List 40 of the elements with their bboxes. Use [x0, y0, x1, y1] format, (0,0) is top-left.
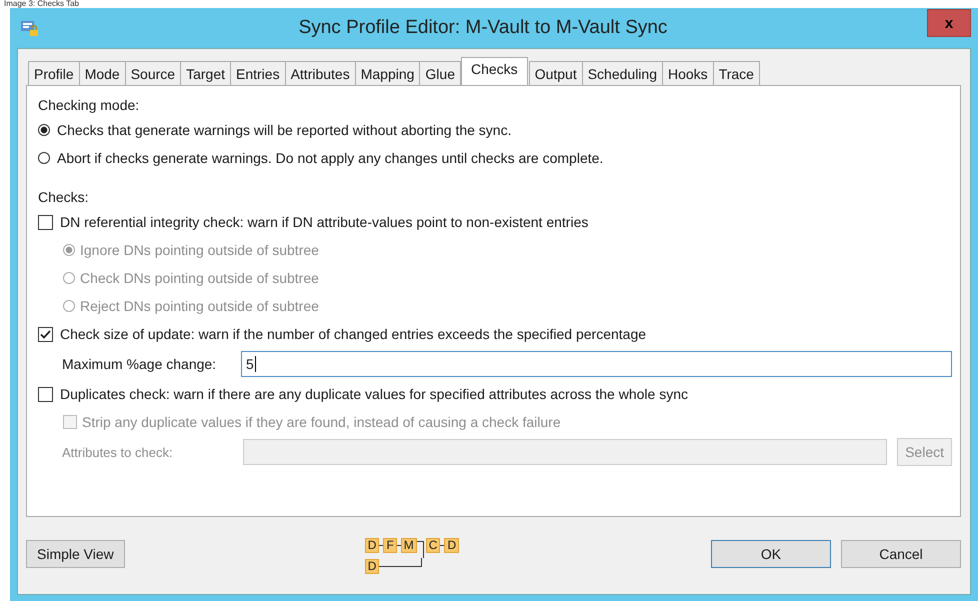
flow-block: M [400, 538, 417, 553]
flow-block: D [364, 538, 380, 553]
section-label: Checking mode: [38, 96, 140, 115]
flow-block: D [444, 538, 460, 553]
tab[interactable]: Output [528, 61, 583, 85]
radio-button[interactable] [38, 152, 50, 164]
image-caption: Image 3: Checks Tab [3, 0, 80, 8]
window-title: Sync Profile Editor: M-Vault to M-Vault Sync [298, 17, 668, 39]
radio-label: Ignore DNs pointing outside of subtree [80, 242, 319, 258]
cancel-button[interactable]: Cancel [841, 540, 961, 568]
input-field[interactable]: 5 [241, 351, 952, 377]
tab[interactable]: Checks [461, 57, 528, 85]
radio-label: Checks that generate warnings will be reported without aborting the sync. [57, 122, 512, 138]
tab[interactable]: Mapping [354, 61, 420, 85]
app-icon [21, 20, 39, 36]
radio-label: Abort if checks generate warnings. Do not apply any changes until checks are complete. [57, 150, 604, 166]
simple-view-button[interactable]: Simple View [26, 540, 125, 568]
tab[interactable]: Scheduling [582, 61, 663, 85]
checkbox[interactable] [38, 214, 53, 230]
checkbox[interactable] [38, 326, 53, 342]
checkbox-label: Check size of update: warn if the number of changed entries exceeds the specified percentage [60, 326, 646, 342]
radio-label: Reject DNs pointing outside of subtree [80, 298, 319, 314]
checkbox-label: Duplicates check: warn if there are any duplicate values for specified attributes across the whole sync [60, 386, 688, 402]
radio-label: Check DNs pointing outside of subtree [80, 270, 319, 286]
close-button[interactable]: x [927, 9, 971, 37]
field-label: Attributes to check: [62, 444, 174, 460]
flow-block: F [383, 538, 397, 553]
tab[interactable]: Glue [419, 61, 461, 85]
tab[interactable]: Profile [28, 61, 80, 85]
flow-block: D [364, 559, 380, 574]
tab[interactable]: Trace [712, 61, 760, 85]
radio-button[interactable] [38, 124, 50, 136]
field-label: Maximum %age change: [62, 356, 218, 372]
tab[interactable]: Target [180, 61, 231, 85]
section-label: Checks: [38, 188, 90, 207]
checkbox-label: DN referential integrity check: warn if DN attribute-values point to non-existent entries [60, 214, 588, 230]
checkbox-label: Strip any duplicate values if they are found, instead of causing a check failure [82, 414, 561, 430]
ok-button[interactable]: OK [711, 540, 831, 568]
checkbox[interactable] [38, 386, 53, 402]
flow-block: C [426, 538, 440, 553]
